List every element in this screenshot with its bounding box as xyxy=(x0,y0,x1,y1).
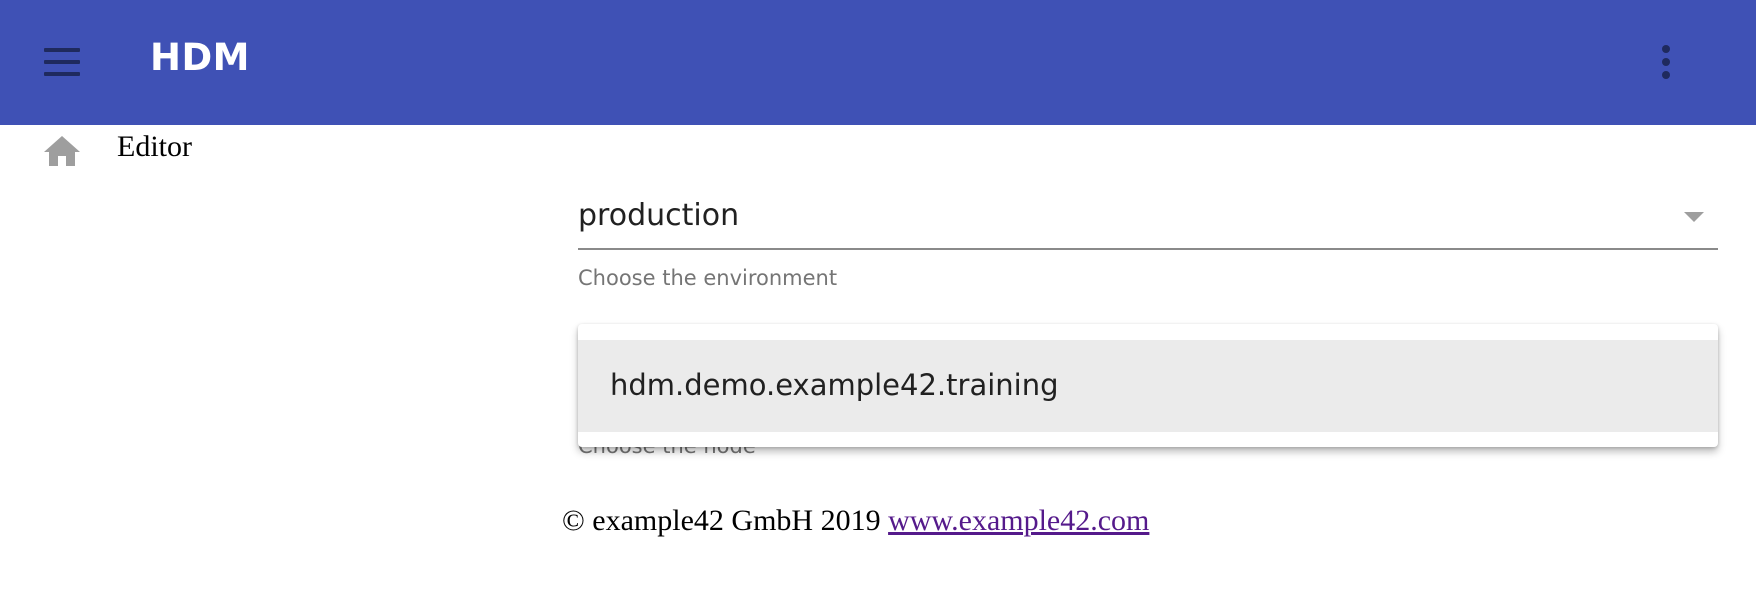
footer-copyright: © example42 GmbH 2019 xyxy=(562,504,881,537)
dropdown-arrow-icon[interactable] xyxy=(1684,212,1704,222)
footer: © example42 GmbH 2019 www.example42.com xyxy=(562,504,1149,538)
node-option[interactable]: hdm.demo.example42.training xyxy=(578,340,1718,432)
node-option-label: hdm.demo.example42.training xyxy=(610,368,1059,402)
environment-select[interactable]: production xyxy=(578,190,1718,250)
environment-hint: Choose the environment xyxy=(578,266,838,290)
more-vert-icon[interactable] xyxy=(1640,30,1692,94)
environment-select-value: production xyxy=(578,198,740,233)
footer-link[interactable]: www.example42.com xyxy=(888,504,1149,537)
node-dropdown-menu: hdm.demo.example42.training xyxy=(578,324,1718,447)
app-title: HDM xyxy=(150,36,250,79)
home-icon[interactable] xyxy=(40,132,84,168)
breadcrumb-label: Editor xyxy=(117,130,192,163)
hamburger-menu-icon[interactable] xyxy=(28,30,96,94)
app-bar: HDM xyxy=(0,0,1756,125)
